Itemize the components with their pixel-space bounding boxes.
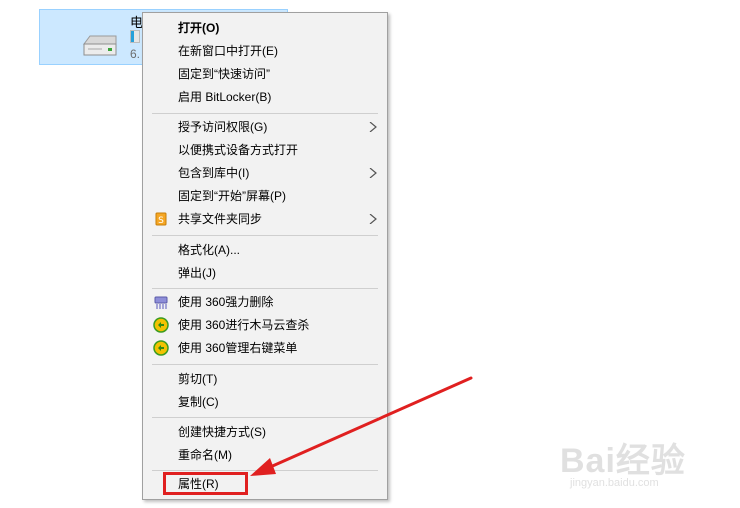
menu-item-label: 重命名(M): [178, 448, 232, 462]
drive-usage-bar: [130, 30, 140, 43]
menu-item-format[interactable]: 格式化(A)...: [145, 239, 385, 261]
menu-item-label: 使用 360强力删除: [178, 295, 274, 309]
menu-item-label: 打开(O): [178, 21, 220, 35]
menu-item-eject[interactable]: 弹出(J): [145, 262, 385, 284]
highlight-box-properties: [163, 472, 248, 495]
menu-item-label: 剪切(T): [178, 372, 218, 386]
menu-item-open-portable[interactable]: 以便携式设备方式打开: [145, 139, 385, 161]
chevron-right-icon: [369, 122, 377, 132]
drive-size-text: 6.: [130, 47, 141, 61]
drive-usage-fill: [131, 31, 134, 42]
menu-item-give-access[interactable]: 授予访问权限(G): [145, 116, 385, 138]
menu-item-include-library[interactable]: 包含到库中(I): [145, 162, 385, 184]
chevron-right-icon: [369, 168, 377, 178]
baidu-watermark: Bai经验 jingyan.baidu.com: [560, 425, 730, 500]
menu-item-open-new-window[interactable]: 在新窗口中打开(E): [145, 40, 385, 62]
menu-item-label: 使用 360管理右键菜单: [178, 341, 298, 355]
menu-item-label: 创建快捷方式(S): [178, 425, 266, 439]
menu-item-label: 固定到“开始”屏幕(P): [178, 189, 286, 203]
menu-item-pin-start[interactable]: 固定到“开始”屏幕(P): [145, 185, 385, 207]
menu-item-label: 启用 BitLocker(B): [178, 90, 272, 104]
menu-item-label: 使用 360进行木马云查杀: [178, 318, 310, 332]
menu-item-label: 以便携式设备方式打开: [178, 143, 299, 157]
menu-item-360-shred[interactable]: 使用 360强力删除: [145, 291, 385, 313]
sync-share-icon: S: [155, 212, 167, 226]
menu-separator: [152, 364, 378, 365]
menu-separator: [152, 288, 378, 289]
menu-item-create-shortcut[interactable]: 创建快捷方式(S): [145, 421, 385, 443]
menu-item-360-manage[interactable]: 使用 360管理右键菜单: [145, 337, 385, 359]
menu-item-rename[interactable]: 重命名(M): [145, 444, 385, 466]
menu-separator: [152, 417, 378, 418]
svg-text:S: S: [158, 216, 164, 226]
menu-item-label: 弹出(J): [178, 266, 216, 280]
menu-item-label: 在新窗口中打开(E): [178, 44, 278, 58]
menu-item-bitlocker[interactable]: 启用 BitLocker(B): [145, 86, 385, 108]
menu-item-open[interactable]: 打开(O): [145, 17, 385, 39]
menu-item-copy[interactable]: 复制(C): [145, 391, 385, 413]
watermark-brand: Bai经验: [560, 442, 686, 480]
watermark-url: jingyan.baidu.com: [570, 477, 659, 489]
360-shield-icon: [153, 317, 169, 333]
menu-separator: [152, 235, 378, 236]
menu-item-cut[interactable]: 剪切(T): [145, 368, 385, 390]
menu-item-pin-quick-access[interactable]: 固定到“快速访问”: [145, 63, 385, 85]
menu-separator: [152, 113, 378, 114]
shredder-icon: [154, 296, 168, 309]
chevron-right-icon: [369, 214, 377, 224]
context-menu: 打开(O) 在新窗口中打开(E) 固定到“快速访问” 启用 BitLocker(…: [142, 12, 388, 500]
screenshot-stage: 电 6. 打开(O) 在新窗口中打开(E) 固定到“快速访问” 启用 BitLo…: [0, 0, 740, 508]
menu-item-share-sync[interactable]: S 共享文件夹同步: [145, 208, 385, 230]
hard-drive-icon: [83, 35, 117, 56]
menu-item-360-scan[interactable]: 使用 360进行木马云查杀: [145, 314, 385, 336]
menu-item-label: 固定到“快速访问”: [178, 67, 270, 81]
menu-item-label: 授予访问权限(G): [178, 120, 268, 134]
menu-item-label: 包含到库中(I): [178, 166, 250, 180]
menu-item-label: 复制(C): [178, 395, 219, 409]
menu-item-label: 共享文件夹同步: [178, 212, 263, 226]
360-shield-icon: [153, 340, 169, 356]
menu-item-label: 格式化(A)...: [178, 243, 240, 257]
menu-separator: [152, 470, 378, 471]
